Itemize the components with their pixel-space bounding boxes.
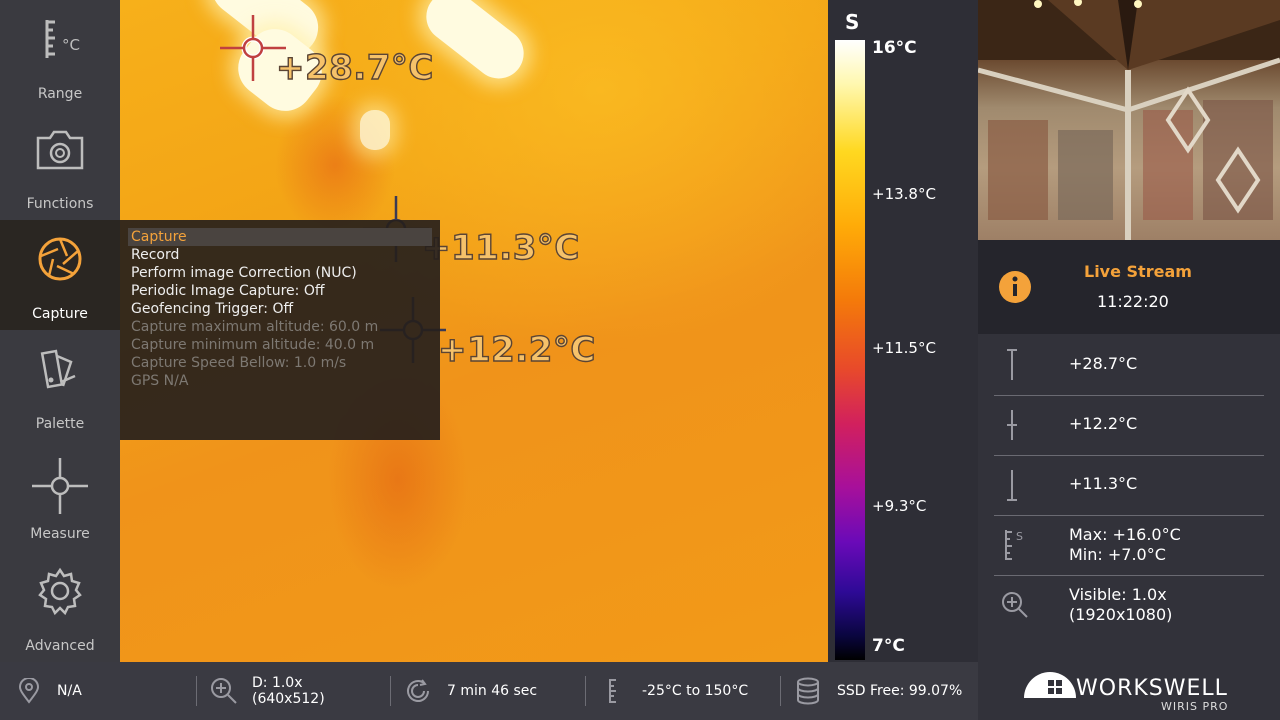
range-value: -25°C to 150°C [642, 683, 749, 699]
workswell-logo: WORKSWELL WIRIS PRO [1020, 668, 1260, 718]
divider [585, 676, 586, 706]
menu-item-capture[interactable]: Capture [128, 228, 432, 246]
max-marker-icon [1007, 349, 1017, 380]
sidebar: °C Range Functions Capture Palette Measu… [0, 0, 120, 662]
camera-icon [36, 130, 84, 170]
range-min-value: Min: +7.0°C [1069, 545, 1166, 564]
center-spot-label: +12.2°C [437, 329, 596, 370]
menu-item-record[interactable]: Record [128, 246, 432, 264]
sidebar-item-advanced[interactable]: Advanced [0, 552, 120, 662]
timer-refresh-icon [407, 679, 429, 702]
menu-item-periodic-capture[interactable]: Periodic Image Capture: Off [128, 282, 432, 300]
sidebar-item-palette[interactable]: Palette [0, 330, 120, 440]
logo-product: WIRIS PRO [1161, 700, 1229, 713]
hot-region [416, 0, 534, 89]
capture-menu: Capture Record Perform image Correction … [120, 220, 440, 440]
menu-item-gps: GPS N/A [131, 373, 189, 389]
menu-item-max-altitude: Capture maximum altitude: 60.0 m [131, 319, 379, 335]
storage-value: SSD Free: 99.07% [837, 683, 963, 699]
menu-item-capture-speed: Capture Speed Bellow: 1.0 m/s [131, 355, 347, 371]
menu-item-geofencing[interactable]: Geofencing Trigger: Off [128, 300, 432, 318]
palette-min-label: 7°C [872, 636, 905, 656]
center-marker-icon [1007, 410, 1017, 440]
sidebar-item-measure[interactable]: Measure [0, 440, 120, 550]
visible-zoom-value: Visible: 1.0x [1069, 585, 1167, 604]
database-icon [797, 677, 819, 705]
palette-gradient-bar [835, 40, 865, 660]
live-stream-time: 11:22:20 [1097, 292, 1169, 311]
center-temp-value: +12.2°C [1069, 414, 1138, 433]
divider [390, 676, 391, 706]
max-spot-label: +28.7°C [275, 47, 434, 88]
center-temp-row: +12.2°C [994, 396, 1264, 456]
menu-item-nuc[interactable]: Perform image Correction (NUC) [128, 264, 432, 282]
range-scale-icon [609, 679, 616, 703]
zoom-icon [1002, 592, 1028, 618]
range-unit: °C [62, 36, 80, 54]
zoom-status: D: 1.0x (640x512) [210, 662, 325, 720]
gear-icon [38, 567, 82, 616]
workswell-logo-icon [1024, 672, 1076, 698]
timer-value: 7 min 46 sec [447, 683, 538, 699]
aperture-icon [38, 237, 82, 281]
timer-status: 7 min 46 sec [404, 662, 537, 720]
visible-camera-image[interactable] [978, 0, 1280, 240]
visible-zoom-row: Visible: 1.0x (1920x1080) [994, 576, 1264, 636]
min-temp-value: +11.3°C [1069, 474, 1138, 493]
fresco-photo [978, 0, 1280, 240]
sidebar-item-functions[interactable]: Functions [0, 110, 120, 220]
info-panel: Live Stream 11:22:20 +28.7°C +12.2°C +11… [978, 0, 1280, 720]
info-icon [999, 271, 1031, 303]
palette-tick-label: +13.8°C [872, 185, 936, 203]
sidebar-item-label: Advanced [25, 638, 95, 654]
crosshair-icon [32, 458, 88, 514]
range-row: S Max: +16.0°C Min: +7.0°C [994, 516, 1264, 576]
gps-value: N/A [57, 683, 82, 699]
hot-region [360, 110, 390, 150]
palette-max-label: 16°C [872, 38, 917, 58]
zoom-value: D: 1.0x [252, 675, 303, 691]
location-pin-icon [18, 678, 40, 704]
divider [196, 676, 197, 706]
palette-swatch-icon [40, 349, 76, 389]
status-bar: N/A D: 1.0x (640x512) 7 min 46 sec -25°C… [0, 662, 978, 720]
range-scale-icon: S [1005, 530, 1023, 560]
sidebar-item-label: Functions [26, 196, 94, 212]
live-stream-panel: Live Stream 11:22:20 [978, 240, 1280, 334]
palette-tick-label: +9.3°C [872, 497, 927, 515]
sidebar-item-label: Range [37, 86, 83, 102]
visible-resolution: (1920x1080) [1069, 605, 1173, 624]
zoom-resolution: (640x512) [252, 691, 325, 707]
sidebar-item-label: Measure [30, 526, 90, 542]
min-temp-row: +11.3°C [994, 456, 1264, 516]
max-temp-value: +28.7°C [1069, 354, 1138, 373]
logo-brand: WORKSWELL [1076, 676, 1228, 701]
min-marker-icon [1007, 470, 1017, 501]
menu-item-min-altitude: Capture minimum altitude: 40.0 m [131, 337, 375, 353]
palette-tick-label: +11.5°C [872, 339, 936, 357]
sidebar-item-capture[interactable]: Capture [0, 220, 120, 330]
palette-scale: S 16°C +13.8°C +11.5°C +9.3°C 7°C [828, 0, 978, 662]
range-max-value: Max: +16.0°C [1069, 525, 1181, 544]
sidebar-item-range[interactable]: °C Range [0, 0, 120, 110]
palette-mode: S [845, 10, 860, 34]
live-stream-title: Live Stream [1084, 262, 1192, 281]
zoom-icon [211, 678, 237, 704]
max-temp-row: +28.7°C [994, 336, 1264, 396]
sidebar-item-label: Capture [32, 306, 88, 322]
range-status: -25°C to 150°C [604, 662, 748, 720]
sidebar-item-label: Palette [35, 416, 85, 432]
svg-text:S: S [1016, 530, 1023, 543]
gps-status: N/A [18, 662, 82, 720]
storage-status: SSD Free: 99.07% [796, 662, 962, 720]
min-spot-label: +11.3°C [421, 227, 580, 268]
divider [780, 676, 781, 706]
